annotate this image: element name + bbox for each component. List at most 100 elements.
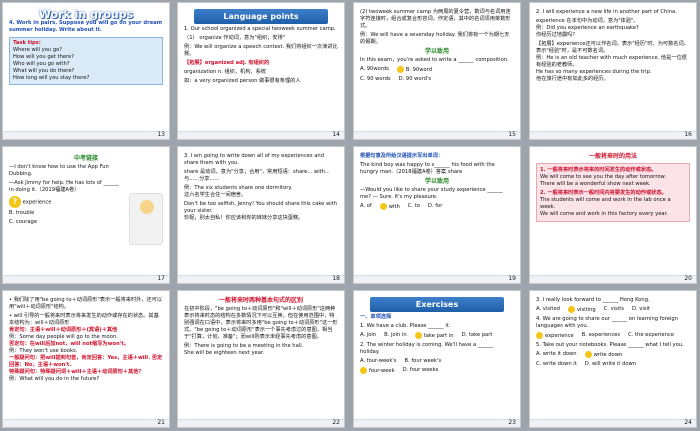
slide-15[interactable]: (2) twoweek summer camp 为两周的夏令营，数词与名词用连字… <box>353 2 521 140</box>
slide-14[interactable]: Language points 1. Our school organized … <box>177 2 345 140</box>
tip-line: Who will you go with? <box>13 61 70 67</box>
option: write down <box>584 351 622 359</box>
slide-21[interactable]: • 我们除了用"be going to＋动词原形"表示一般将来时外，还可以用"w… <box>2 290 170 428</box>
task-tips-box: Task tips: Where will you go? How will y… <box>9 37 163 85</box>
text-line: 例：There is going to be a meeting in the … <box>184 343 304 349</box>
text-line: • 我们除了用"be going to＋动词原形"表示一般将来时外，还可以用"w… <box>9 297 163 310</box>
text-line: organization n. 组织，机构，系统 <box>184 69 266 75</box>
option: D. visit <box>631 306 650 312</box>
slide-23[interactable]: Exercises 一、单项选择 1. We have a club. Plea… <box>353 290 521 428</box>
text-line: —Ask Jimmy for help. He has lots of ____… <box>9 180 119 193</box>
text-line: share 是动词，意为"分享；合用"，常用短语：share... with..… <box>184 169 330 182</box>
slide-number: 20 <box>684 275 692 282</box>
slide-19[interactable]: 根据句意及所给汉语提示写出单词： The kind boy was happy … <box>353 146 521 284</box>
text-line: • will 引导的一般将来时表示将来发生的动作或存在的状态。其基本结构为：wi… <box>9 313 159 326</box>
slide-22[interactable]: 一般将来时两种基本句式的区别 在初中阶段，"be going to＋动词原形"和… <box>177 290 345 428</box>
section-heading: 学以致用 <box>424 48 449 55</box>
slide-number: 18 <box>332 275 340 282</box>
option: C. 90 words <box>360 76 391 82</box>
text-line: 如：a very organized person 做事很有条理的人 <box>184 78 301 84</box>
question: 3. I really look forward to ______ Hong … <box>536 297 650 303</box>
option: C. to <box>407 203 420 209</box>
question: 5. Take out your notebooks. Please _____… <box>536 342 684 348</box>
slide-number: 22 <box>332 419 340 426</box>
option: experience <box>536 332 574 340</box>
text-line: There will be a wonderful show next week… <box>540 181 651 187</box>
text-line: 肯定句：主语＋will＋动词原形＋(宾语)＋其他 <box>9 327 118 333</box>
smiley-icon <box>360 367 367 374</box>
text-line: 这六名学生合住一间宿舍。 <box>184 192 247 198</box>
slide-footer <box>530 419 696 427</box>
slide-17[interactable]: 中考链接 —I don't know how to use the App Fu… <box>2 146 170 284</box>
slide-footer <box>178 275 344 283</box>
slide-title: Exercises <box>370 297 504 312</box>
text-line: 例：Did you experience an earthquake? <box>536 25 639 31</box>
smiley-icon <box>567 306 575 313</box>
slide-number: 21 <box>157 419 165 426</box>
text-line: 例：We will organize a speech contest. 我们将… <box>184 44 338 57</box>
option: take part in <box>414 332 454 340</box>
text-line: 1. Our school organized a special twowee… <box>184 26 336 32</box>
smiley-icon <box>584 351 592 358</box>
slide-number: 19 <box>508 275 516 282</box>
option: B. 90word <box>396 66 432 74</box>
slide-footer <box>530 275 696 283</box>
option: visiting <box>567 306 596 314</box>
option: D. for <box>427 203 443 209</box>
question: —Would you like to share your study expe… <box>360 187 503 200</box>
smiley-icon <box>379 203 387 210</box>
text-line: 1. 一般将来时表示将来的时间发生的动作或状态。 <box>540 167 657 173</box>
option: A. 90words <box>360 66 389 72</box>
slide-footer <box>354 419 520 427</box>
text-line: 3. I am going to write down all of my ex… <box>184 153 324 166</box>
slide-title: 一般将来时的用法 <box>588 153 637 160</box>
text-line: 在初中阶段，"be going to＋动词原形"和"will＋动词原形"这两种表… <box>184 306 338 340</box>
slide-footer <box>178 131 344 139</box>
text-line: experience 在本句中为动词，意为"体验"。 <box>536 18 639 24</box>
slide-16[interactable]: 2. I will experience a new life in anoth… <box>529 2 697 140</box>
text-line: 例：The six students share one dormitory. <box>184 185 293 191</box>
text-line: 例：Some day people will go to the moon. <box>9 334 118 340</box>
smiley-icon <box>414 332 422 339</box>
text-line: 你经历过地震吗？ <box>536 32 578 38</box>
text-line: 一般疑问句：把will提到句首，肯定回答：Yes，主语＋will. 否定回答：N… <box>9 355 163 368</box>
option: C. visits <box>603 306 624 312</box>
slide-18[interactable]: 3. I am going to write down all of my ex… <box>177 146 345 284</box>
text-line: (2) twoweek summer camp 为两周的夏令营，数词与名词用连字… <box>360 9 511 29</box>
text-line: （1） organize 作动词，意为"组织；安排" <box>184 35 286 41</box>
option: B. experiences <box>581 332 621 338</box>
text-line: Don't be too selfish, Jenny! You should … <box>184 201 337 214</box>
option: C. the experience <box>628 332 674 338</box>
option: with <box>379 203 400 211</box>
slide-footer <box>530 131 696 139</box>
tip-line: How long will you stay there? <box>13 75 90 81</box>
slide-20[interactable]: 一般将来时的用法 1. 一般将来时表示将来的时间发生的动作或状态。 We wil… <box>529 146 697 284</box>
slide-number: 23 <box>508 419 516 426</box>
text-line: 【拓展】organized adj. 有组织的 <box>184 60 270 66</box>
slide-footer <box>354 275 520 283</box>
tip-line: What will you do there? <box>13 68 75 74</box>
text-line: 特殊疑问句：特殊疑问词＋will＋主语＋动词原形＋其他？ <box>9 369 144 375</box>
text-line: 【拓展】experience还可以作名词，表示"经历"时，为可数名词，表示"经验… <box>536 41 689 54</box>
section-heading: 中考链接 <box>73 155 98 162</box>
slide-24[interactable]: 3. I really look forward to ______ Hong … <box>529 290 697 428</box>
option: D. take part <box>461 332 493 338</box>
option: A. of <box>360 203 372 209</box>
question: In this exam，you're asked to write a ___… <box>360 57 509 63</box>
slide-number: 13 <box>157 131 165 138</box>
question: 1. We have a club. Please ______ it. <box>360 323 451 329</box>
option: C. write down it <box>536 361 577 367</box>
text-line: 例：They won't use books. <box>9 348 78 354</box>
cartoon-boy-image <box>129 193 163 245</box>
text-line: 根据句意及所给汉语提示写出单词： <box>360 153 444 159</box>
slide-number: 16 <box>684 131 692 138</box>
option: A. visited <box>536 306 560 312</box>
slide-number: 15 <box>508 131 516 138</box>
text-line: 例：He is an old teacher with much experie… <box>536 55 687 68</box>
text-line: He has so many experiences during the tr… <box>536 69 652 75</box>
text-line: We will come and work in this factory ev… <box>540 211 668 217</box>
slide-sorter-grid: Work in groups 4. Work in pairs. Suppose… <box>0 0 700 431</box>
text-line: The kind boy was happy to s______ his fo… <box>360 162 495 175</box>
slide-13[interactable]: Work in groups 4. Work in pairs. Suppose… <box>2 2 170 140</box>
slide-title: Work in groups <box>38 8 134 21</box>
